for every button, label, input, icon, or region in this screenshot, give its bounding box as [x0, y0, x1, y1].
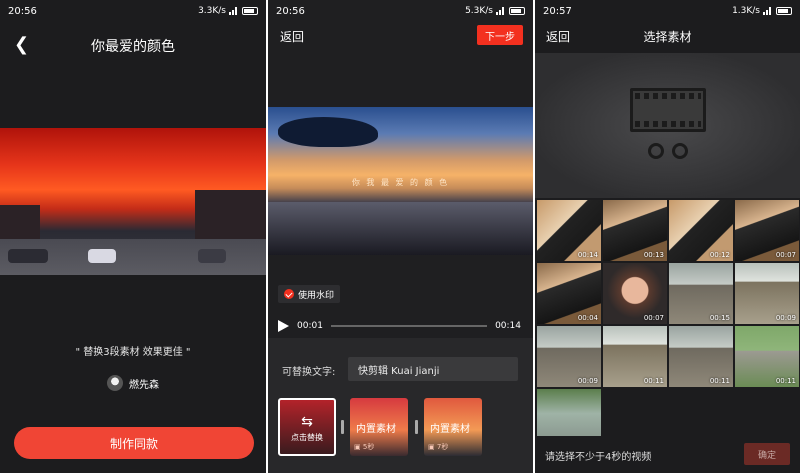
material-thumbnail[interactable]: 00:12 — [669, 200, 733, 261]
thumbnail-duration: 00:14 — [577, 251, 598, 259]
back-button[interactable]: 返回 — [280, 28, 304, 45]
selection-preview — [535, 53, 800, 198]
screen-editor: 20:56 5.3K/s 返回 下一步 你 我 最 爱 的 颜 色 使用水印 0… — [268, 0, 533, 473]
clip-label: 内置素材 — [356, 424, 396, 435]
material-thumbnail[interactable]: 00:14 — [537, 200, 601, 261]
author-info[interactable]: 燃先森 — [0, 375, 266, 391]
clip-label: 点击替换 — [291, 433, 323, 442]
confirm-button[interactable]: 确定 — [744, 443, 790, 465]
thumbnail-duration: 00:04 — [577, 314, 598, 322]
total-time: 00:14 — [495, 321, 521, 331]
status-time: 20:56 — [8, 5, 37, 17]
material-thumbnail[interactable]: 00:15 — [669, 263, 733, 324]
thumbnail-duration: 00:07 — [775, 251, 796, 259]
watermark-label: 使用水印 — [298, 290, 335, 301]
screen-template-detail: 20:56 3.3K/s ❮ 你最爱的颜色 " 替换3段素材 效果更佳 " 燃先… — [0, 0, 266, 473]
scissors-icon — [647, 143, 688, 163]
author-name: 燃先森 — [129, 379, 159, 391]
status-bar: 20:56 5.3K/s — [268, 0, 533, 22]
thumbnail-duration: 00:13 — [643, 251, 664, 259]
clip-label: 内置素材 — [430, 424, 470, 435]
replace-text-input[interactable]: 快剪辑 Kuai Jianji — [348, 357, 518, 381]
material-thumbnail[interactable]: 00:13 — [603, 200, 667, 261]
video-icon: ▣ — [428, 443, 435, 451]
signal-icon — [229, 7, 239, 15]
battery-icon — [776, 7, 792, 15]
video-preview[interactable]: 你 我 最 爱 的 颜 色 — [268, 107, 533, 255]
thumbnail-duration: 00:12 — [709, 251, 730, 259]
swap-icon: ⇆ — [301, 414, 313, 430]
min-duration-hint: 请选择不少于4秒的视频 — [545, 452, 652, 463]
next-step-button[interactable]: 下一步 — [477, 25, 523, 45]
checkbox-checked-icon — [284, 289, 294, 299]
network-speed: 5.3K/s — [465, 6, 493, 16]
material-thumbnail[interactable]: 00:07 — [735, 200, 799, 261]
clip-duration: ▣ 5秒 — [354, 443, 375, 451]
selection-footer: 请选择不少于4秒的视频 确定 — [535, 436, 800, 473]
thumbnail-duration: 00:11 — [643, 377, 664, 385]
material-thumbnail[interactable]: 00:04 — [537, 263, 601, 324]
film-icon — [629, 88, 706, 132]
avatar — [107, 375, 123, 391]
network-speed: 1.3K/s — [732, 6, 760, 16]
clip-slot-1[interactable]: ⇆ 点击替换 — [278, 398, 336, 456]
progress-track[interactable] — [330, 325, 488, 327]
signal-icon — [496, 7, 506, 15]
page-title: 选择素材 — [643, 30, 692, 44]
replace-text-label: 可替换文字: — [282, 367, 336, 378]
clip-slot-3[interactable]: 内置素材 ▣ 7秒 — [424, 398, 482, 456]
material-thumbnail[interactable]: 00:09 — [735, 263, 799, 324]
screen-select-material: 20:57 1.3K/s 返回 选择素材 00:14 00:13 00:12 00:0… — [535, 0, 800, 473]
clip-duration: ▣ 7秒 — [428, 443, 449, 451]
material-thumbnail[interactable]: 00:11 — [603, 326, 667, 387]
status-time: 20:56 — [276, 5, 305, 17]
thumbnail-duration: 00:09 — [577, 377, 598, 385]
clip-divider — [415, 420, 418, 434]
status-time: 20:57 — [543, 5, 572, 17]
status-bar: 20:56 3.3K/s — [0, 0, 266, 22]
clip-divider — [341, 420, 344, 434]
battery-icon — [509, 7, 525, 15]
material-thumbnail[interactable]: 00:09 — [537, 326, 601, 387]
video-caption: 你 我 最 爱 的 颜 色 — [351, 178, 450, 187]
template-cover-image — [0, 128, 266, 275]
status-bar: 20:57 1.3K/s — [535, 0, 800, 22]
material-thumbnail[interactable]: 00:11 — [669, 326, 733, 387]
video-icon: ▣ — [354, 443, 361, 451]
thumbnail-duration: 00:15 — [709, 314, 730, 322]
clip-slot-2[interactable]: 内置素材 ▣ 5秒 — [350, 398, 408, 456]
thumbnail-duration: 00:11 — [709, 377, 730, 385]
watermark-toggle[interactable]: 使用水印 — [278, 285, 341, 303]
signal-icon — [763, 7, 773, 15]
play-icon[interactable] — [278, 320, 289, 332]
material-thumbnail[interactable]: 00:11 — [735, 326, 799, 387]
make-same-button[interactable]: 制作同款 — [14, 427, 254, 459]
page-title: 你最爱的颜色 — [91, 39, 175, 55]
network-speed: 3.3K/s — [198, 6, 226, 16]
current-time: 00:01 — [297, 321, 323, 331]
thumbnail-duration: 00:07 — [643, 314, 664, 322]
material-thumbnail[interactable]: 00:07 — [603, 263, 667, 324]
replace-panel: 可替换文字: 快剪辑 Kuai Jianji ⇆ 点击替换 内置素材 ▣ 5秒 … — [268, 338, 533, 473]
thumbnail-duration: 00:11 — [775, 377, 796, 385]
player-controls: 00:01 00:14 — [278, 317, 521, 335]
thumbnail-duration: 00:09 — [775, 314, 796, 322]
template-slogan: " 替换3段素材 效果更佳 " — [75, 347, 191, 358]
battery-icon — [242, 7, 258, 15]
